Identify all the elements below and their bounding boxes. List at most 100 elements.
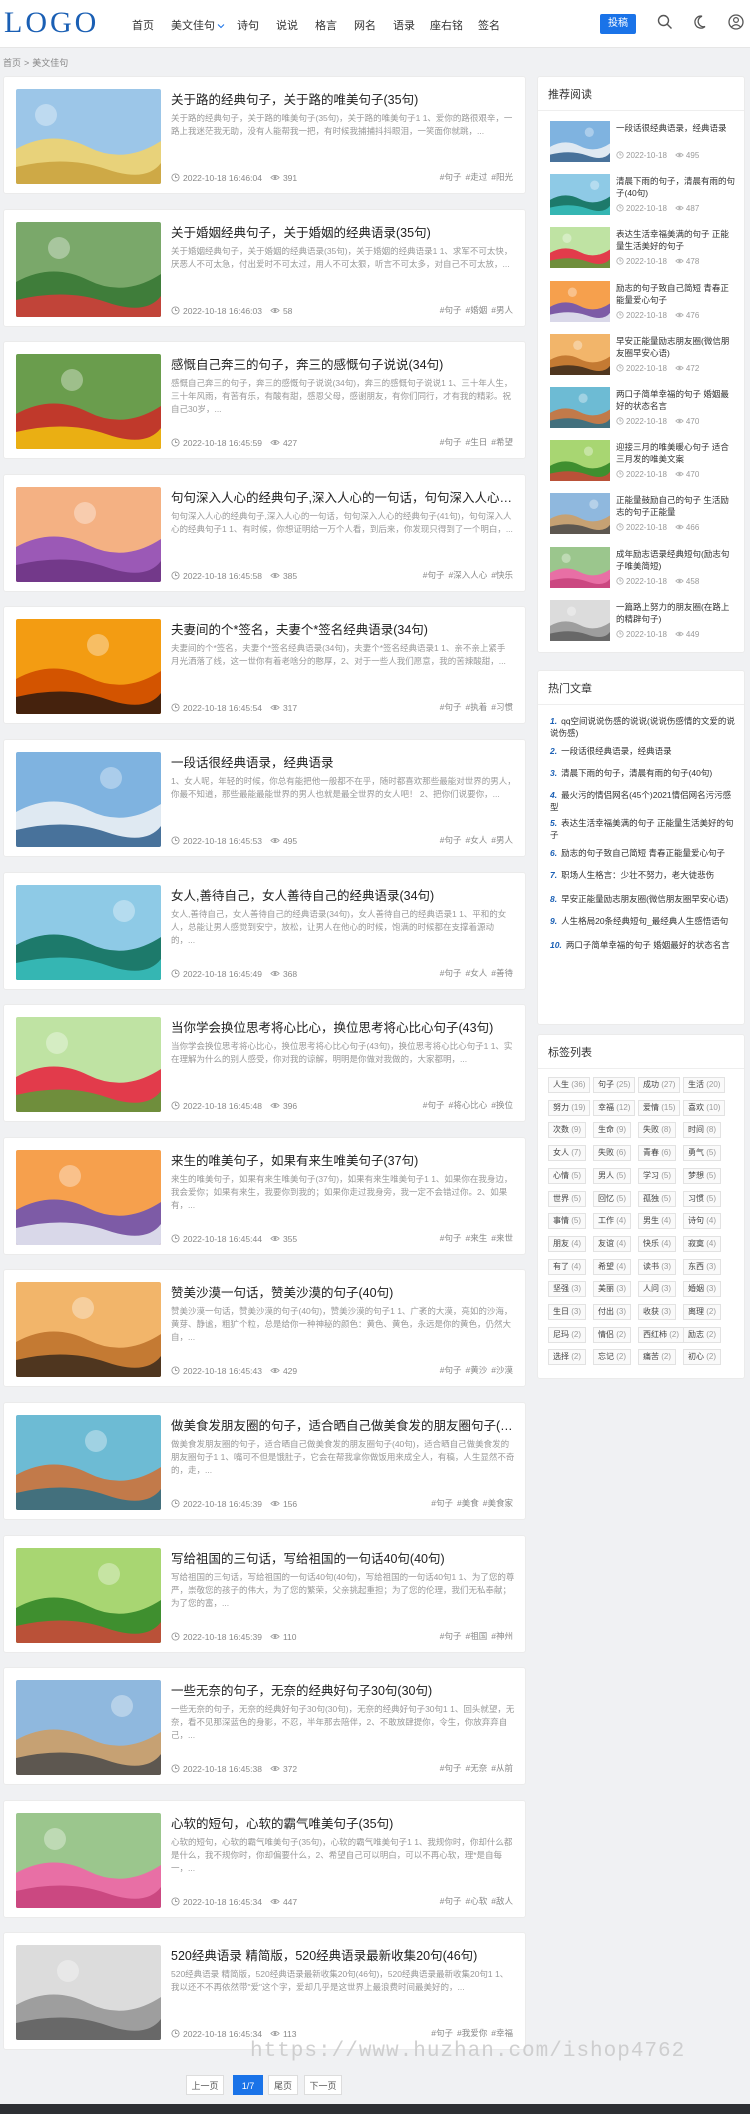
article-tag[interactable]: #沙漠 [491,1365,513,1375]
article-tag[interactable]: #句子 [431,1498,453,1508]
article-tag[interactable]: #句子 [431,2028,453,2038]
article-title[interactable]: 一段话很经典语录，经典语录 [171,752,516,771]
tag-chip[interactable]: 青春 (6) [638,1145,677,1162]
tag-chip[interactable]: 句子 (25) [593,1077,636,1093]
article-title[interactable]: 赞美沙漠一句话，赞美沙漠的句子(40句) [171,1282,516,1301]
tag-chip[interactable]: 励志 (2) [683,1326,722,1343]
nav-item-poems[interactable]: 诗句 [237,17,259,33]
recommended-item-title[interactable]: 迎接三月的唯美暖心句子 适合三月发的唯美文案 [616,441,736,465]
tag-chip[interactable]: 生日 (3) [548,1304,587,1320]
article-title[interactable]: 夫妻间的个*签名，夫妻个*签名经典语录(34句) [171,619,516,638]
article-title[interactable]: 女人,善待自己，女人善待自己的经典语录(34句) [171,885,516,904]
recommended-item[interactable]: 两口子简单幸福的句子 婚姻最好的状态名言 2022-10-18 470 [550,387,735,431]
article-tag[interactable]: #句子 [440,305,462,315]
search-icon[interactable] [656,13,674,31]
article-tag[interactable]: #执着 [466,702,488,712]
tag-chip[interactable]: 工作 (4) [593,1213,632,1230]
tag-chip[interactable]: 尼玛 (2) [548,1326,587,1343]
tag-chip[interactable]: 男人 (5) [593,1167,632,1184]
tag-chip[interactable]: 友谊 (4) [593,1235,632,1252]
article-tag[interactable]: #句子 [423,1100,445,1110]
article-thumbnail[interactable] [16,1149,161,1245]
hot-item[interactable]: 8. 早安正能量励志朋友圈(微信朋友圈早安心语) [550,893,736,905]
tag-chip[interactable]: 心情 (5) [548,1167,587,1184]
article-tag[interactable]: #句子 [440,1763,462,1773]
recommended-thumbnail[interactable] [550,174,610,216]
recommended-thumbnail[interactable] [550,333,610,375]
nav-item-mottos[interactable]: 座右铭 [430,17,463,33]
article-thumbnail[interactable] [16,89,161,184]
article-tag[interactable]: #幸福 [491,2028,513,2038]
recommended-item-title[interactable]: 早安正能量励志朋友圈(微信朋友圈早安心语) [616,335,736,359]
hot-item-title[interactable]: 清晨下雨的句子，清晨有雨的句子(40句) [561,768,712,778]
article-title[interactable]: 一些无奈的句子，无奈的经典好句子30句(30句) [171,1680,516,1699]
tag-chip[interactable]: 学习 (5) [638,1167,677,1184]
tag-chip[interactable]: 忘记 (2) [593,1349,632,1366]
tag-chip[interactable]: 诗句 (4) [683,1213,722,1230]
hot-item-title[interactable]: qq空间说说伤感的说说(说说伤感情的文爱的说说伤感) [550,716,735,738]
tag-chip[interactable]: 幸福 (12) [593,1099,636,1116]
article-tag[interactable]: #句子 [440,702,462,712]
article-title[interactable]: 当你学会换位思考将心比心，换位思考将心比心句子(43句) [171,1017,516,1036]
nav-item-meiwen[interactable]: 美文佳句 [171,17,225,33]
moon-icon[interactable] [693,13,711,31]
recommended-item[interactable]: 一篇路上努力的朋友圈(在路上的精辟句子) 2022-10-18 449 [550,599,735,644]
hot-item[interactable]: 10. 两口子简单幸福的句子 婚姻最好的状态名言 [550,939,736,951]
article-thumbnail[interactable] [16,1415,161,1510]
article-tag[interactable]: #女人 [466,835,488,845]
tag-chip[interactable]: 回忆 (5) [593,1190,632,1207]
post-button[interactable]: 投稿 [600,14,636,34]
article-thumbnail[interactable] [16,752,161,847]
article-tag[interactable]: #换位 [491,1100,513,1110]
tag-chip[interactable]: 时间 (8) [683,1122,722,1139]
recommended-item[interactable]: 早安正能量励志朋友圈(微信朋友圈早安心语) 2022-10-18 472 [550,333,736,378]
article-thumbnail[interactable] [16,221,161,317]
recommended-item[interactable]: 成年励志语录经典短句(励志句子唯美简短) 2022-10-18 458 [550,546,735,591]
article-tag[interactable]: #来生 [466,1233,488,1243]
article-card[interactable]: 夫妻间的个*签名，夫妻个*签名经典语录(34句) 夫妻间的个*签名，夫妻个*签名经… [3,606,526,725]
article-thumbnail[interactable] [16,1812,161,1908]
article-tag[interactable]: #祖国 [466,1631,488,1641]
article-tag[interactable]: #句子 [440,835,462,845]
nav-item-home[interactable]: 首页 [132,17,154,33]
article-card[interactable]: 赞美沙漠一句话，赞美沙漠的句子(40句) 赞美沙漠一句话，赞美沙漠的句子(40句)… [3,1269,526,1388]
recommended-thumbnail[interactable] [550,121,610,162]
tag-chip[interactable]: 成功 (27) [638,1077,681,1093]
article-thumbnail[interactable] [16,1017,161,1113]
hot-item[interactable]: 7. 职场人生格言：少壮不努力，老大徒悲伤 [550,869,736,881]
tag-chip[interactable]: 西红柿 (2) [638,1326,685,1343]
tag-chip[interactable]: 付出 (3) [593,1304,632,1320]
tag-chip[interactable]: 婚姻 (3) [683,1281,722,1298]
article-card[interactable]: 一段话很经典语录，经典语录 1、女人呢，年轻的时候，你总有能把他一般都不在乎，随时… [3,739,526,857]
article-tag[interactable]: #美食 [457,1498,479,1508]
hot-item[interactable]: 9. 人生格局20条经典短句_最经典人生感悟语句 [550,915,736,927]
recommended-item-title[interactable]: 两口子简单幸福的句子 婚姻最好的状态名言 [616,388,736,412]
article-tag[interactable]: #句子 [440,1896,462,1906]
recommended-item-title[interactable]: 一段话很经典语录，经典语录 [616,122,736,146]
tag-chip[interactable]: 初心 (2) [683,1349,722,1366]
article-tag[interactable]: #生日 [466,437,488,447]
tag-chip[interactable]: 爱情 (15) [638,1099,681,1116]
recommended-thumbnail[interactable] [550,440,610,482]
tag-chip[interactable]: 美丽 (3) [593,1281,632,1298]
article-card[interactable]: 当你学会换位思考将心比心，换位思考将心比心句子(43句) 当你学会换位思考将心比心… [3,1004,526,1123]
article-title[interactable]: 来生的唯美句子，如果有来生唯美句子(37句) [171,1150,516,1169]
hot-item[interactable]: 2. 一段话很经典语录，经典语录 [550,745,736,757]
tag-chip[interactable]: 失败 (8) [638,1122,677,1139]
tag-chip[interactable]: 离理 (2) [683,1304,722,1320]
article-card[interactable]: 做美食发朋友圈的句子，适合晒自己做美食发的朋友圈句子(40... 做美食发朋友圈的… [3,1402,526,1520]
article-tag[interactable]: #来世 [491,1233,513,1243]
article-title[interactable]: 感慨自己奔三的句子，奔三的感慨句子说说(34句) [171,354,516,373]
recommended-item-title[interactable]: 励志的句子致自己简短 青春正能量爱心句子 [616,282,736,306]
article-tag[interactable]: #走过 [466,172,488,182]
article-card[interactable]: 一些无奈的句子，无奈的经典好句子30句(30句) 一些无奈的句子，无奈的经典好句子… [3,1667,526,1786]
article-tag[interactable]: #快乐 [491,570,513,580]
article-tag[interactable]: #神州 [491,1631,513,1641]
article-tag[interactable]: #男人 [491,305,513,315]
nav-item-signatures[interactable]: 签名 [478,17,500,33]
hot-item-title[interactable]: 两口子简单幸福的句子 婚姻最好的状态名言 [566,940,730,950]
article-tag[interactable]: #黄沙 [466,1365,488,1375]
tag-chip[interactable]: 寂寞 (4) [683,1235,722,1252]
nav-item-quotes[interactable]: 语录 [393,17,415,33]
recommended-item[interactable]: 一段话很经典语录，经典语录 2022-10-18 495 [550,121,735,165]
